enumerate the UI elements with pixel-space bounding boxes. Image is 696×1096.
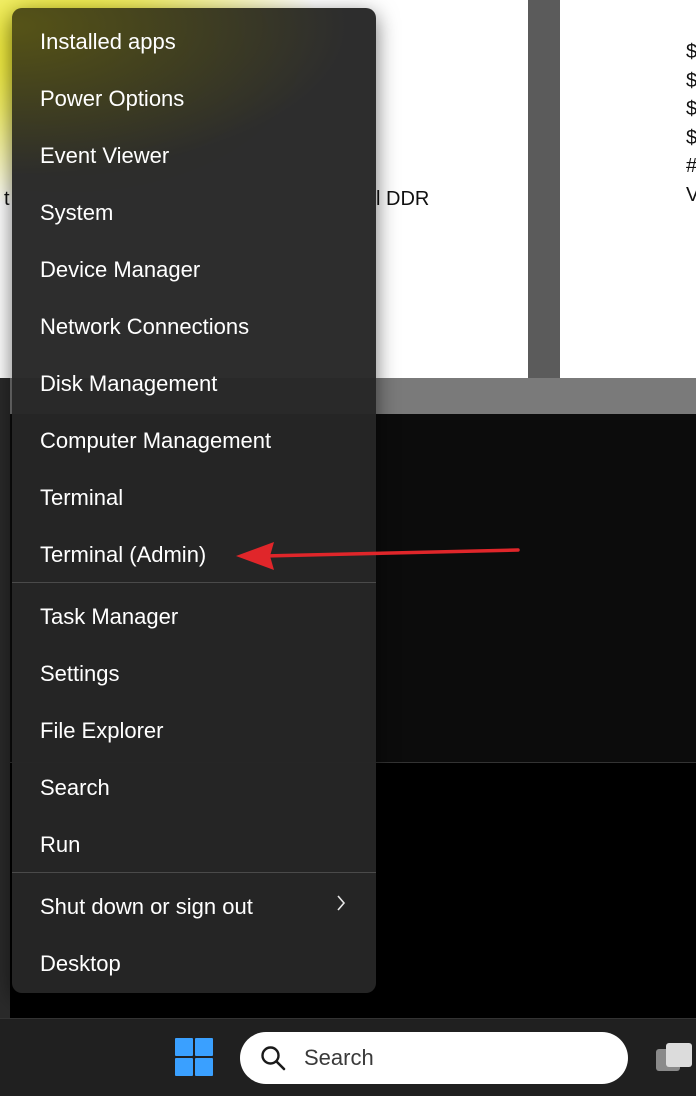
menu-item-desktop[interactable]: Desktop [12,935,376,992]
search-placeholder: Search [304,1045,374,1070]
menu-item-label: Disk Management [40,370,218,396]
menu-item-installed-apps[interactable]: Installed apps [12,13,376,70]
annotation-arrow-icon [236,542,520,570]
background-left-strip [0,378,10,1018]
taskbar: Search [0,1018,696,1096]
menu-item-label: Device Manager [40,256,201,282]
menu-item-computer-management[interactable]: Computer Management [12,412,376,469]
menu-item-settings[interactable]: Settings [12,645,376,702]
edge-char: $ [686,126,696,149]
window-divider [528,0,560,378]
menu-item-system[interactable]: System [12,184,376,241]
edge-char: # [686,152,696,181]
menu-item-terminal[interactable]: Terminal [12,469,376,526]
edge-char: $ [686,98,696,120]
menu-item-label: Network Connections [40,313,250,339]
edge-char: $ [686,69,696,92]
document-text-fragment: t [4,188,10,210]
start-button[interactable] [174,1037,214,1077]
right-edge-text: $ $ $ $ # V [686,38,696,209]
menu-item-label: Computer Management [40,427,272,453]
menu-item-task-manager[interactable]: Task Manager [12,588,376,645]
menu-item-network-connections[interactable]: Network Connections [12,298,376,355]
menu-item-power-options[interactable]: Power Options [12,70,376,127]
menu-item-device-manager[interactable]: Device Manager [12,241,376,298]
taskbar-search-box[interactable]: Search [240,1032,628,1084]
menu-separator [12,872,376,873]
menu-item-run[interactable]: Run [12,816,376,873]
menu-item-shut-down-or-sign-out[interactable]: Shut down or sign out [12,878,376,935]
menu-item-event-viewer[interactable]: Event Viewer [12,127,376,184]
menu-item-label: Run [40,831,81,857]
menu-item-label: Power Options [40,85,185,111]
menu-separator [12,582,376,583]
menu-item-file-explorer[interactable]: File Explorer [12,702,376,759]
windows-logo-icon [175,1038,213,1076]
menu-item-label: Terminal (Admin) [40,541,207,567]
menu-item-search[interactable]: Search [12,759,376,816]
menu-item-disk-management[interactable]: Disk Management [12,355,376,412]
menu-item-label: Search [40,774,110,800]
menu-item-label: Event Viewer [40,142,170,168]
menu-item-label: System [40,199,114,225]
edge-char: V [686,183,696,206]
task-view-icon [656,1043,692,1071]
search-icon [261,1046,286,1071]
menu-item-label: Settings [40,660,120,686]
chevron-right-icon [336,894,346,918]
menu-item-label: File Explorer [40,717,164,743]
menu-item-label: Installed apps [40,28,176,54]
menu-item-label: Shut down or sign out [40,893,253,919]
menu-item-label: Desktop [40,950,121,976]
task-view-button[interactable] [652,1039,696,1079]
menu-item-label: Task Manager [40,603,179,629]
menu-item-label: Terminal [40,484,124,510]
edge-char: $ [686,41,696,63]
winx-context-menu: Installed apps Power Options Event Viewe… [12,8,376,993]
document-text-fragment: l DDR [376,188,430,210]
